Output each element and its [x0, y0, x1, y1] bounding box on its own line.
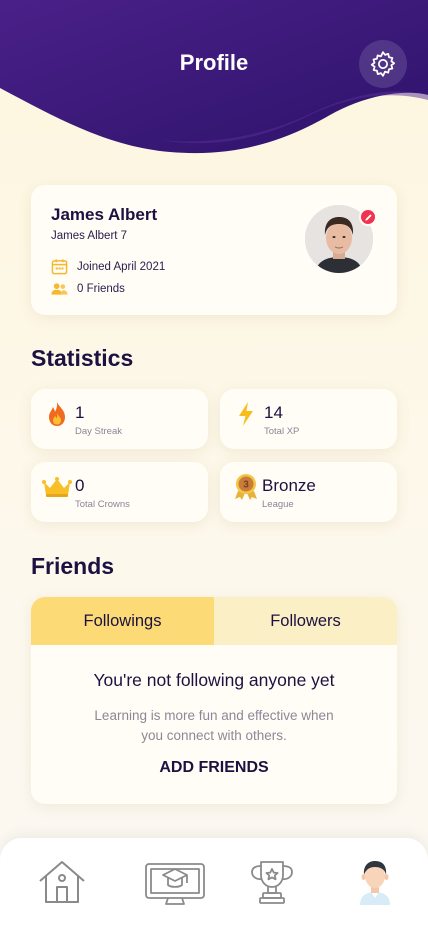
joined-date: Joined April 2021	[77, 260, 166, 273]
friends-title: Friends	[31, 553, 115, 579]
fire-icon	[43, 400, 71, 428]
learning-monitor-icon	[145, 863, 205, 905]
bottom-navigation	[0, 838, 428, 926]
stat-value: 1	[75, 403, 85, 422]
edit-avatar-button[interactable]	[359, 208, 377, 226]
add-friends-button[interactable]: ADD FRIENDS	[31, 759, 397, 777]
medal-number: 3	[243, 480, 249, 491]
empty-state-title: You're not following anyone yet	[93, 670, 335, 690]
profile-name: James Albert	[51, 205, 158, 224]
friends-card: Followings Followers You're not followin…	[31, 597, 397, 804]
stat-label: Total Crowns	[75, 499, 130, 510]
joined-row: Joined April 2021	[51, 258, 165, 275]
header-background	[0, 0, 428, 154]
nav-leaderboard[interactable]	[246, 858, 298, 906]
friends-count: 0 Friends	[77, 283, 125, 295]
profile-username: James Albert 7	[51, 230, 128, 242]
stat-value: 14	[264, 403, 283, 422]
calendar-icon	[51, 259, 68, 275]
friends-icon	[51, 283, 68, 295]
home-icon	[39, 861, 85, 903]
tab-followings[interactable]: Followings	[31, 597, 214, 645]
stat-value: Bronze	[262, 476, 316, 495]
settings-button[interactable]	[359, 40, 407, 88]
profile-avatar-icon	[360, 861, 390, 905]
stat-label: League	[262, 499, 294, 510]
nav-home[interactable]	[36, 858, 88, 906]
friends-count-row: 0 Friends	[51, 282, 125, 296]
gear-icon	[370, 51, 395, 77]
bronze-medal-icon: 3	[232, 473, 260, 501]
lightning-icon	[232, 400, 260, 428]
profile-card: James Albert James Albert 7 Joined April…	[31, 185, 397, 315]
stat-total-xp: 14 Total XP	[220, 389, 397, 449]
nav-profile[interactable]	[349, 858, 401, 906]
stat-label: Day Streak	[75, 426, 122, 437]
stat-total-crowns: 0 Total Crowns	[31, 462, 208, 522]
statistics-title: Statistics	[31, 345, 134, 371]
tab-followers[interactable]: Followers	[214, 597, 397, 645]
stat-label: Total XP	[264, 426, 300, 437]
stat-league: 3 Bronze League	[220, 462, 397, 522]
nav-learn[interactable]	[144, 858, 206, 906]
trophy-icon	[251, 861, 293, 904]
empty-state-description: Learning is more fun and effective when …	[94, 708, 334, 743]
stat-value: 0	[75, 476, 85, 495]
crown-icon	[41, 473, 73, 501]
pencil-icon	[364, 213, 372, 221]
stat-day-streak: 1 Day Streak	[31, 389, 208, 449]
